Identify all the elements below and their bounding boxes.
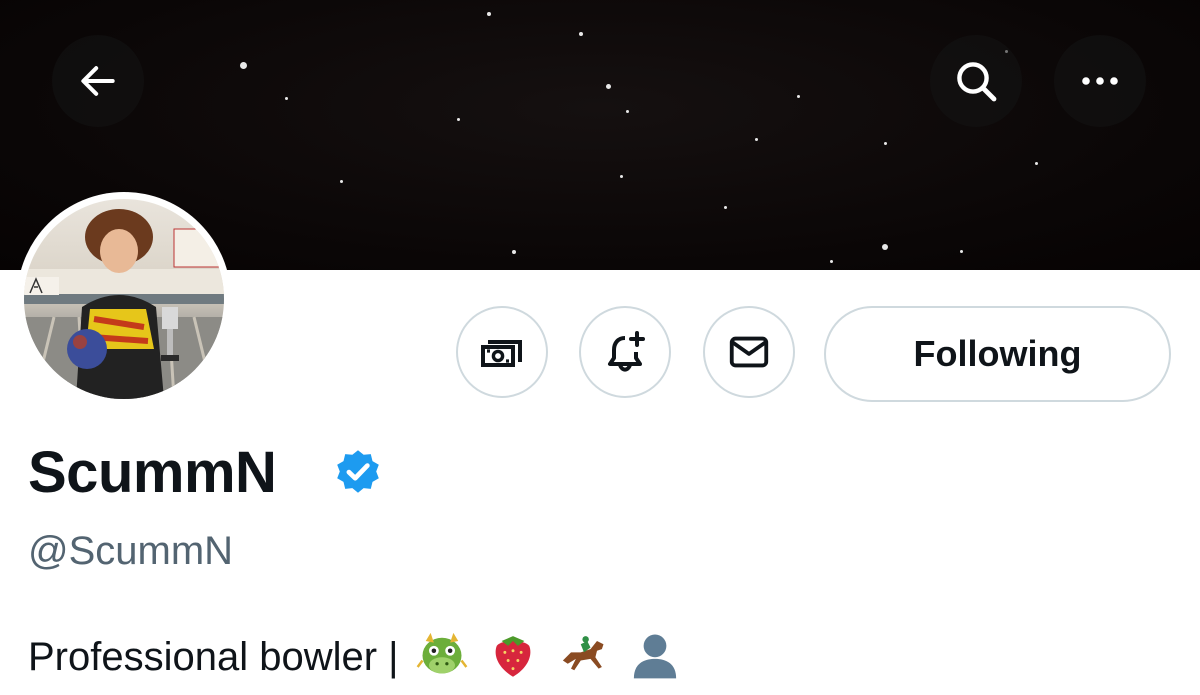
- verified-badge-icon: [337, 450, 379, 493]
- banner-star: [340, 180, 343, 183]
- notifications-button[interactable]: [579, 306, 671, 398]
- arrow-left-icon: [81, 66, 115, 96]
- banner-star: [830, 260, 833, 263]
- more-options-button[interactable]: [1054, 35, 1146, 127]
- dragon-face-emoji: [416, 632, 468, 674]
- avatar-photo: [24, 199, 224, 399]
- banner-star: [606, 84, 611, 89]
- banner-star: [755, 138, 758, 141]
- message-button[interactable]: [703, 306, 795, 398]
- following-button[interactable]: Following: [824, 306, 1171, 402]
- banner-star: [884, 142, 887, 145]
- bio-text: Professional bowler |: [28, 635, 399, 679]
- horse-racing-emoji: [562, 636, 604, 671]
- banner-star: [579, 32, 583, 36]
- display-name: ScummN: [28, 440, 277, 505]
- user-handle: @ScummN: [28, 529, 234, 573]
- banner-star: [487, 12, 491, 16]
- banner-star: [240, 62, 247, 69]
- banner-star: [620, 175, 623, 178]
- envelope-icon: [729, 336, 769, 368]
- banner-star: [512, 250, 516, 254]
- banner-star: [960, 250, 963, 253]
- banner-star: [457, 118, 460, 121]
- bust-silhouette-emoji: [633, 634, 677, 679]
- banner-star: [285, 97, 288, 100]
- strawberry-emoji: [495, 636, 531, 677]
- tip-button[interactable]: [456, 306, 548, 398]
- profile-avatar[interactable]: [17, 192, 231, 406]
- profile-bio: Professional bowler |: [28, 628, 689, 683]
- banner-star: [724, 206, 727, 209]
- banner-star: [626, 110, 629, 113]
- following-label: Following: [913, 333, 1082, 374]
- banner-star: [1035, 162, 1038, 165]
- banner-star: [882, 244, 888, 250]
- bell-plus-icon: [608, 331, 645, 372]
- more-horizontal-icon: [1082, 77, 1118, 85]
- banner-star: [797, 95, 800, 98]
- search-icon: [957, 62, 997, 102]
- search-button[interactable]: [930, 35, 1022, 127]
- money-tip-icon: [481, 340, 522, 367]
- back-button[interactable]: [52, 35, 144, 127]
